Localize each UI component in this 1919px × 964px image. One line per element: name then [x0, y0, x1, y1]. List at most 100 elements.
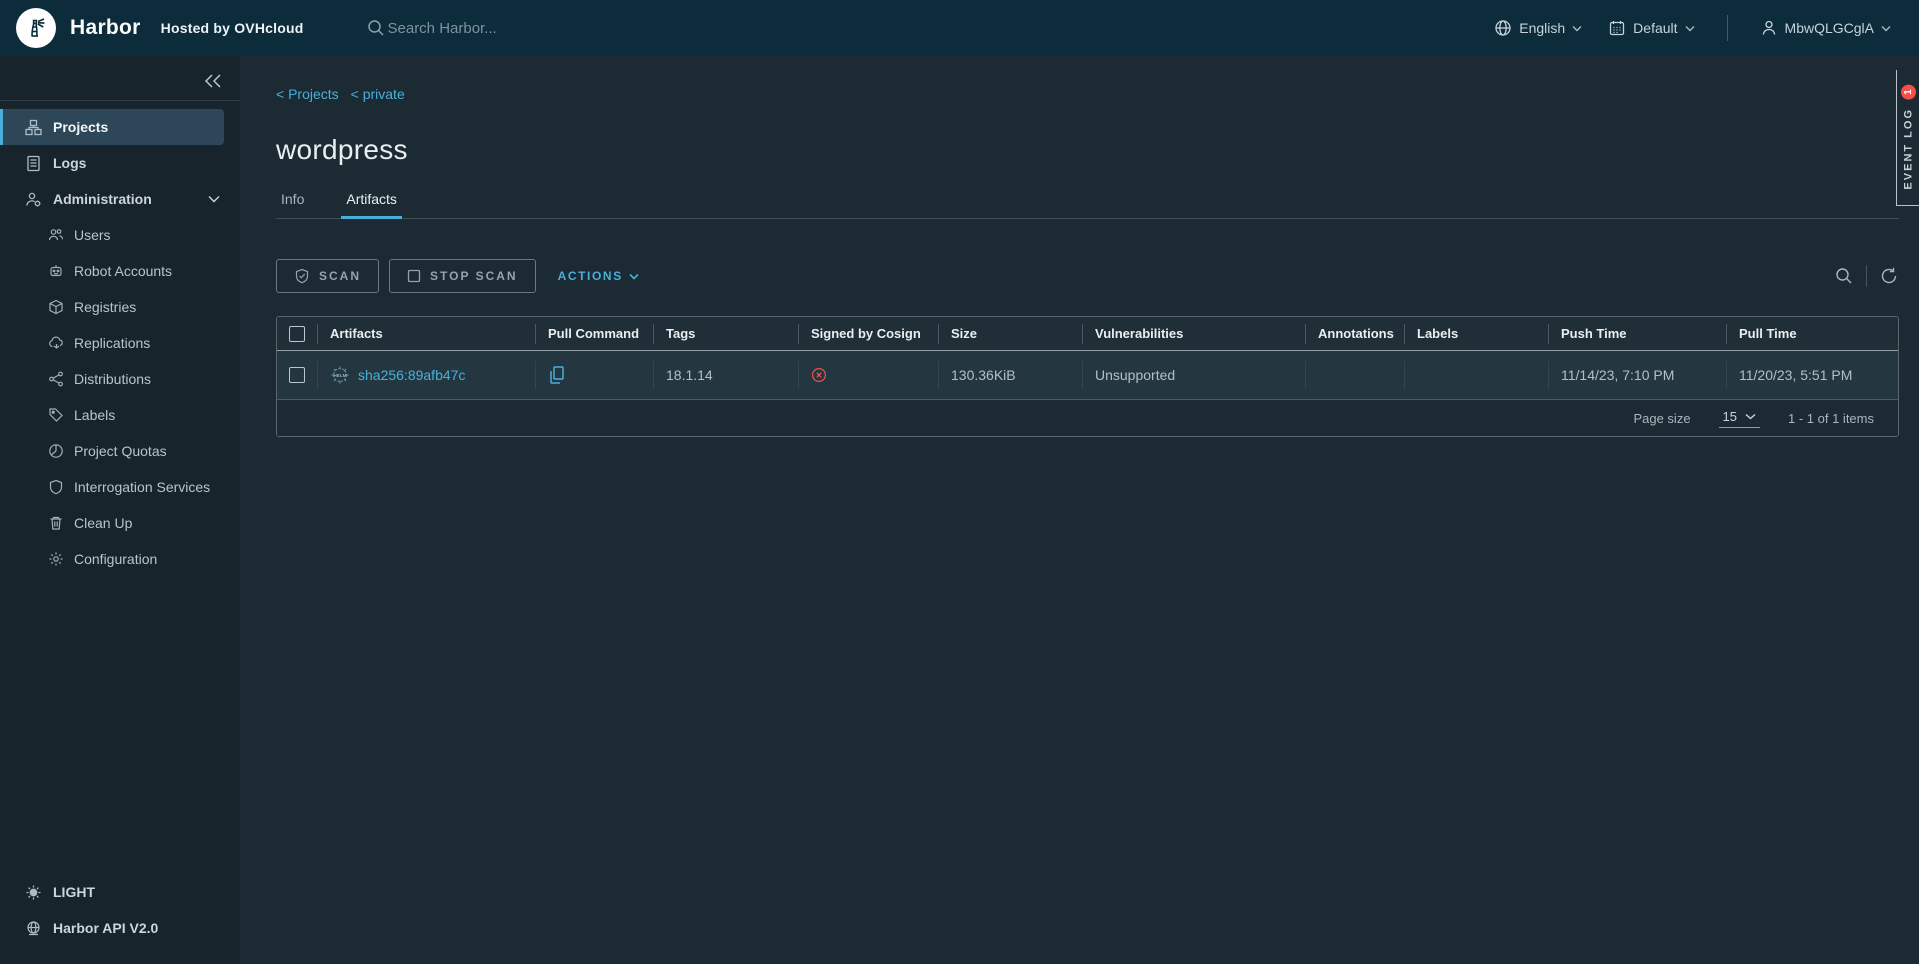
sidebar-item-label: Users	[74, 227, 111, 243]
vulnerabilities-cell: Unsupported	[1082, 361, 1305, 389]
registries-icon	[48, 299, 64, 315]
select-all-checkbox[interactable]	[289, 326, 305, 342]
chevron-down-icon	[1572, 25, 1582, 32]
sidebar-item-configuration[interactable]: Configuration	[0, 541, 240, 577]
annotations-cell	[1305, 361, 1404, 389]
header-right: English Default	[1494, 15, 1891, 41]
toolbar-separator	[1866, 265, 1867, 287]
table-row: HELM sha256:89afb47c 18.1.14	[277, 351, 1898, 399]
sidebar-item-clean-up[interactable]: Clean Up	[0, 505, 240, 541]
brand-title: Harbor	[70, 16, 141, 40]
page-size-select[interactable]: 15	[1719, 409, 1760, 428]
tab-bar: Info Artifacts	[276, 190, 1899, 219]
sidebar-item-project-quotas[interactable]: Project Quotas	[0, 433, 240, 469]
stop-scan-button[interactable]: STOP SCAN	[389, 259, 536, 293]
column-header-tags: Tags	[653, 324, 798, 344]
collapse-sidebar-icon[interactable]	[204, 74, 222, 88]
page-title: wordpress	[276, 134, 1919, 166]
globe-icon	[1494, 19, 1512, 37]
event-log-tab[interactable]: EVENT LOG 1	[1896, 70, 1919, 206]
sidebar-item-label: Registries	[74, 299, 136, 315]
items-range-label: 1 - 1 of 1 items	[1788, 411, 1874, 426]
search-artifacts-icon[interactable]	[1834, 266, 1854, 286]
sidebar-item-logs[interactable]: Logs	[0, 145, 240, 181]
chevron-down-icon	[1685, 25, 1695, 32]
column-header-size: Size	[938, 324, 1082, 344]
sidebar-item-label: Distributions	[74, 371, 151, 387]
sidebar-item-administration[interactable]: Administration	[0, 181, 240, 217]
artifacts-toolbar: SCAN STOP SCAN ACTIONS	[276, 259, 1899, 293]
sidebar-item-projects[interactable]: Projects	[0, 109, 224, 145]
tags-cell: 18.1.14	[653, 361, 798, 389]
username-label: MbwQLGCglA	[1785, 20, 1874, 36]
stop-icon	[407, 269, 421, 283]
actions-dropdown-button[interactable]: ACTIONS	[558, 269, 639, 283]
sidebar-item-labels[interactable]: Labels	[0, 397, 240, 433]
helm-icon: HELM	[330, 365, 350, 385]
sidebar-item-label: Interrogation Services	[74, 479, 210, 495]
artifact-cell: HELM sha256:89afb47c	[317, 361, 535, 389]
sidebar-item-label: Clean Up	[74, 515, 132, 531]
global-search[interactable]	[366, 18, 688, 38]
svg-text:HELM: HELM	[333, 373, 346, 378]
sidebar-item-replications[interactable]: Replications	[0, 325, 240, 361]
column-header-pull-time: Pull Time	[1726, 324, 1898, 344]
calendar-icon	[1608, 19, 1626, 37]
artifacts-table: Artifacts Pull Command Tags Signed by Co…	[276, 316, 1899, 437]
row-select-cell	[277, 361, 317, 389]
row-checkbox[interactable]	[289, 367, 305, 383]
sidebar-item-distributions[interactable]: Distributions	[0, 361, 240, 397]
stop-scan-button-label: STOP SCAN	[430, 269, 518, 283]
labels-icon	[48, 407, 64, 423]
user-menu[interactable]: MbwQLGCglA	[1760, 19, 1891, 37]
column-header-push-time: Push Time	[1548, 324, 1726, 344]
sun-icon	[25, 884, 42, 901]
toolbar-right	[1834, 265, 1899, 287]
sidebar-item-label: Labels	[74, 407, 115, 423]
theme-label: Default	[1633, 20, 1677, 36]
robot-icon	[48, 263, 64, 279]
theme-toggle-light[interactable]: LIGHT	[0, 874, 240, 910]
sidebar-item-registries[interactable]: Registries	[0, 289, 240, 325]
labels-cell	[1404, 361, 1548, 389]
distributions-icon	[48, 371, 64, 387]
scan-button[interactable]: SCAN	[276, 259, 379, 293]
hosted-by-label: Hosted by OVHcloud	[161, 20, 304, 36]
sidebar-item-label: Replications	[74, 335, 150, 351]
sidebar-item-harbor-api[interactable]: Harbor API V2.0	[0, 910, 240, 946]
users-icon	[48, 227, 64, 243]
main-content: < Projects < private wordpress Info Arti…	[240, 56, 1919, 964]
chevron-down-icon	[1881, 25, 1891, 32]
tab-artifacts[interactable]: Artifacts	[341, 191, 402, 219]
lighthouse-logo-icon	[23, 15, 49, 41]
sidebar-item-label: Robot Accounts	[74, 263, 172, 279]
search-input[interactable]	[388, 20, 688, 37]
event-log-label: EVENT LOG	[1902, 108, 1914, 190]
breadcrumb-private[interactable]: < private	[351, 86, 405, 102]
gear-icon	[48, 551, 64, 567]
sidebar-item-users[interactable]: Users	[0, 217, 240, 253]
api-icon	[25, 920, 42, 937]
event-log-badge: 1	[1901, 85, 1916, 100]
sidebar-item-robot-accounts[interactable]: Robot Accounts	[0, 253, 240, 289]
copy-icon[interactable]	[548, 365, 566, 385]
sidebar-item-interrogation-services[interactable]: Interrogation Services	[0, 469, 240, 505]
column-header-pull-command: Pull Command	[535, 324, 653, 344]
sidebar-item-label: Logs	[53, 155, 86, 171]
artifact-digest-link[interactable]: sha256:89afb47c	[358, 367, 465, 383]
actions-button-label: ACTIONS	[558, 269, 623, 283]
theme-toggle-label: LIGHT	[53, 884, 95, 900]
language-label: English	[1519, 20, 1565, 36]
language-menu[interactable]: English	[1494, 19, 1582, 37]
administration-icon	[25, 191, 42, 208]
tab-info[interactable]: Info	[276, 191, 309, 219]
refresh-icon[interactable]	[1879, 266, 1899, 286]
theme-menu[interactable]: Default	[1608, 19, 1694, 37]
chevron-down-icon	[208, 195, 220, 203]
sidebar-footer: LIGHT Harbor API V2.0	[0, 874, 240, 964]
harbor-logo	[16, 8, 56, 48]
push-time-cell: 11/14/23, 7:10 PM	[1548, 361, 1726, 389]
logs-icon	[25, 155, 42, 172]
sidebar-item-label: Projects	[53, 119, 108, 135]
breadcrumb-projects[interactable]: < Projects	[276, 86, 339, 102]
